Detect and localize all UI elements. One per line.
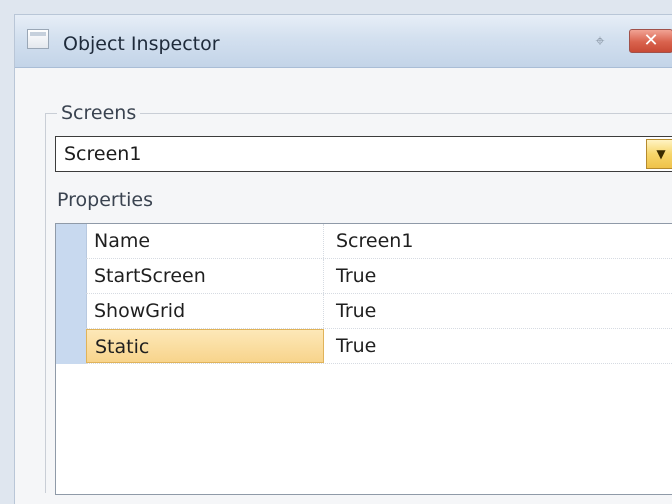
property-grid[interactable]: Name Screen1 StartScreen True ShowGrid T…	[55, 223, 672, 495]
property-value-cell[interactable]: True	[326, 329, 672, 363]
window-title: Object Inspector	[63, 33, 220, 55]
close-icon: ✕	[643, 30, 659, 51]
close-button[interactable]: ✕	[629, 29, 672, 53]
window-icon	[27, 29, 49, 49]
property-grid-gutter	[56, 224, 87, 364]
property-name-cell[interactable]: Name	[86, 224, 324, 258]
property-value-cell[interactable]: Screen1	[326, 224, 672, 258]
property-value-cell[interactable]: True	[326, 294, 672, 328]
dropdown-arrow-button[interactable]: ▼	[646, 139, 672, 169]
property-row-showgrid[interactable]: ShowGrid True	[86, 294, 672, 329]
pin-icon[interactable]: ⌖	[591, 31, 609, 51]
screens-label: Screens	[57, 101, 141, 125]
title-bar[interactable]: Object Inspector ⌖ ✕	[15, 15, 672, 68]
property-value-cell[interactable]: True	[326, 259, 672, 293]
property-name-cell[interactable]: ShowGrid	[86, 294, 324, 328]
screens-group-left-border	[45, 113, 46, 493]
property-row-static[interactable]: Static True	[86, 329, 672, 364]
property-row-name[interactable]: Name Screen1	[86, 224, 672, 259]
properties-label: Properties	[57, 189, 154, 211]
object-inspector-window: Object Inspector ⌖ ✕ Screens Screen1 ▼ P…	[14, 14, 672, 504]
property-name-cell-selected[interactable]: Static	[86, 329, 324, 363]
property-name-cell[interactable]: StartScreen	[86, 259, 324, 293]
screens-dropdown-value: Screen1	[64, 143, 142, 165]
property-row-startscreen[interactable]: StartScreen True	[86, 259, 672, 294]
screens-dropdown[interactable]: Screen1 ▼	[55, 136, 672, 172]
chevron-down-icon: ▼	[656, 147, 666, 161]
